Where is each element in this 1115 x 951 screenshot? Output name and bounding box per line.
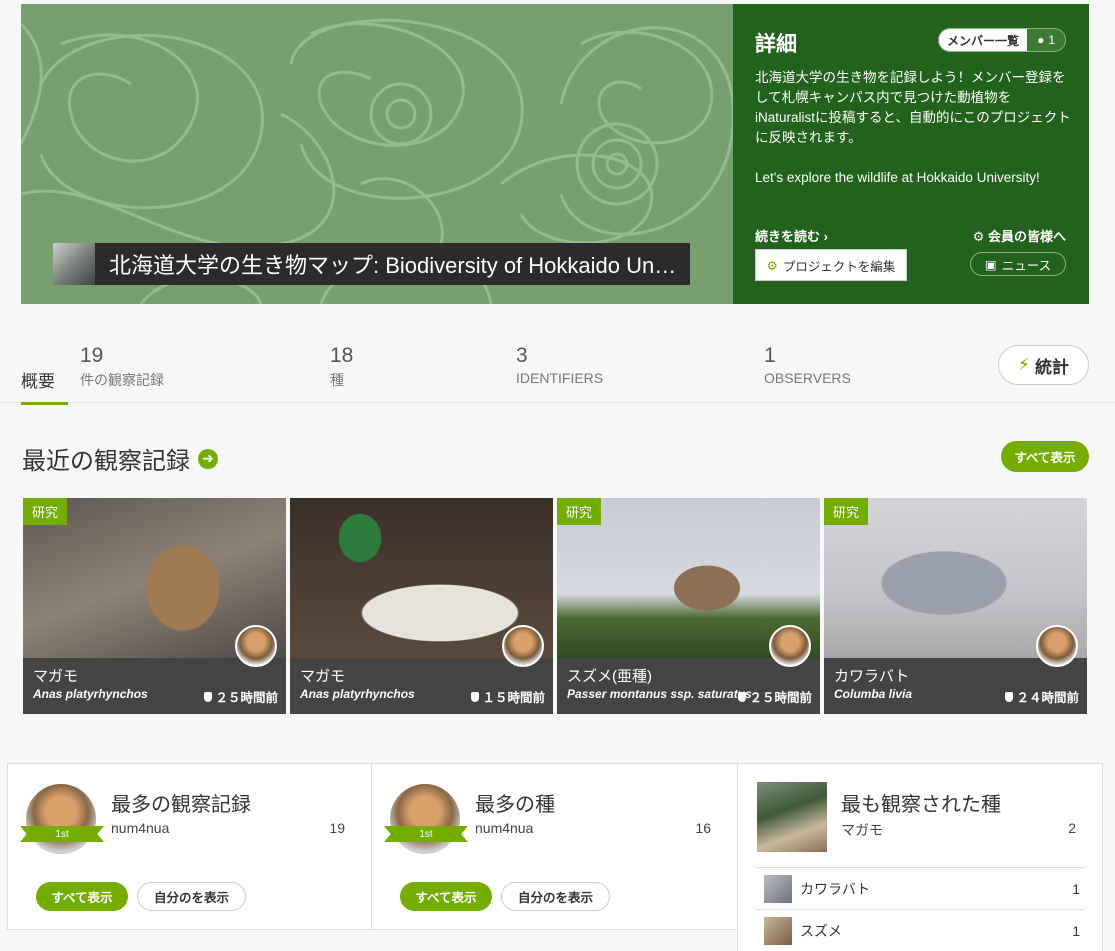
common-name: カワラバト xyxy=(834,668,910,685)
species-row[interactable]: スズメ 1 xyxy=(757,909,1084,951)
common-name: マガモ xyxy=(300,668,346,685)
project-description: 北海道大学の生き物を記録しよう！メンバー登録をして札幌キャンパス内で見つけた動植… xyxy=(755,68,1071,208)
top-observer-avatar[interactable] xyxy=(26,784,96,854)
pin-icon xyxy=(204,691,213,702)
news-icon: ▣ xyxy=(984,257,997,272)
project-banner: 北海道大学の生き物マップ: Biodiversity of Hokkaido U… xyxy=(21,4,733,304)
news-button[interactable]: ▣ ニュース xyxy=(970,252,1066,276)
observation-card[interactable]: マガモ Anas platyrhynchos １５時間前 xyxy=(290,498,553,714)
species-row[interactable]: カワラバト 1 xyxy=(757,867,1084,909)
top-species-count: 2 xyxy=(1068,820,1076,836)
top-observer-avatar[interactable] xyxy=(390,784,460,854)
observation-time: １５時間前 xyxy=(471,687,545,706)
tab-overview[interactable]: 概要 xyxy=(21,367,68,405)
stat-observers[interactable]: 1 OBSERVERS xyxy=(764,344,851,386)
leaderboard-most-observations: 1st 最多の観察記録 num4nua 19 すべて表示 自分のを表示 xyxy=(7,763,372,930)
observer-avatar[interactable] xyxy=(502,625,544,667)
rank-ribbon: 1st xyxy=(384,826,468,842)
lightning-icon: ⚡ xyxy=(1018,355,1030,374)
leaderboard-title: 最多の観察記録 xyxy=(111,794,251,816)
observation-card[interactable]: 研究 マガモ Anas platyrhynchos ２５時間前 xyxy=(23,498,286,714)
stats-tabs: 概要 19 件の観察記録 18 種 3 IDENTIFIERS 1 OBSERV… xyxy=(0,304,1115,405)
details-heading: 詳細 xyxy=(755,33,797,56)
observation-time: ２４時間前 xyxy=(1005,687,1079,706)
observation-time: ２５時間前 xyxy=(204,687,278,706)
common-name: マガモ xyxy=(33,668,79,685)
arrow-right-icon[interactable]: ➜ xyxy=(198,448,218,469)
leaderboard-count: 19 xyxy=(329,820,345,836)
observer-avatar[interactable] xyxy=(769,625,811,667)
research-grade-badge: 研究 xyxy=(557,498,602,525)
observation-card[interactable]: 研究 スズメ(亜種) Passer montanus ssp. saturatu… xyxy=(557,498,820,714)
stat-observations[interactable]: 19 件の観察記録 xyxy=(80,344,164,390)
description-jp: 北海道大学の生き物を記録しよう！メンバー登録をして札幌キャンパス内で見つけた動植… xyxy=(755,70,1071,145)
stat-species[interactable]: 18 種 xyxy=(330,344,353,390)
show-all-button[interactable]: すべて表示 xyxy=(400,882,492,911)
research-grade-badge: 研究 xyxy=(824,498,869,525)
show-mine-button[interactable]: 自分のを表示 xyxy=(137,882,246,911)
members-label: メンバー一覧 xyxy=(939,29,1028,51)
project-title-bar: 北海道大学の生き物マップ: Biodiversity of Hokkaido U… xyxy=(53,243,690,285)
top-species-name[interactable]: マガモ xyxy=(841,820,883,840)
pin-icon xyxy=(471,691,480,702)
leaderboard-user[interactable]: num4nua xyxy=(475,820,533,836)
leaderboard-most-observed-species: 最も観察された種 マガモ 2 カワラバト 1 スズメ 1 xyxy=(737,763,1103,951)
observation-card[interactable]: 研究 カワラバト Columba livia ２４時間前 xyxy=(824,498,1087,714)
members-info-link[interactable]: ⚙ 会員の皆様へ xyxy=(973,226,1066,245)
stat-identifiers[interactable]: 3 IDENTIFIERS xyxy=(516,344,603,386)
description-en: Let's explore the wildlife at Hokkaido U… xyxy=(755,170,1040,185)
scientific-name: Columba livia xyxy=(834,687,913,701)
species-thumbnail xyxy=(764,874,792,903)
show-mine-button[interactable]: 自分のを表示 xyxy=(501,882,610,911)
details-panel: 詳細 メンバー一覧 ● 1 北海道大学の生き物を記録しよう！メンバー登録をして札… xyxy=(733,4,1089,304)
show-all-button[interactable]: すべて表示 xyxy=(36,882,128,911)
pin-icon xyxy=(738,691,747,702)
leaderboard-count: 16 xyxy=(695,820,711,836)
members-count: ● 1 xyxy=(1027,29,1065,51)
leaderboard-title: 最多の種 xyxy=(475,794,555,816)
stats-button[interactable]: ⚡ 統計 xyxy=(998,345,1089,385)
gear-icon: ⚙ xyxy=(972,229,985,244)
scientific-name: Anas platyrhynchos xyxy=(33,687,148,701)
read-more-link[interactable]: 続きを読む › xyxy=(755,226,828,245)
leaderboard-title: 最も観察された種 xyxy=(841,794,1001,816)
project-title: 北海道大学の生き物マップ: Biodiversity of Hokkaido U… xyxy=(109,253,679,278)
species-photo[interactable] xyxy=(757,782,827,852)
observer-avatar[interactable] xyxy=(235,625,277,667)
members-button[interactable]: メンバー一覧 ● 1 xyxy=(938,28,1066,52)
recent-observations-heading: 最近の観察記録 ➜ xyxy=(22,441,218,476)
species-thumbnail xyxy=(764,916,792,945)
common-name: スズメ(亜種) xyxy=(567,668,652,685)
rank-ribbon: 1st xyxy=(20,826,104,842)
leaderboard-user[interactable]: num4nua xyxy=(111,820,169,836)
user-icon: ● xyxy=(1037,33,1045,47)
gear-icon: ⚙ xyxy=(766,258,778,273)
scientific-name: Anas platyrhynchos xyxy=(300,687,415,701)
observation-time: ２５時間前 xyxy=(738,687,812,706)
research-grade-badge: 研究 xyxy=(23,498,68,525)
leaderboard-most-species: 1st 最多の種 num4nua 16 すべて表示 自分のを表示 xyxy=(371,763,738,930)
project-icon xyxy=(53,243,95,285)
scientific-name: Passer montanus ssp. saturatus xyxy=(567,687,752,701)
pin-icon xyxy=(1005,691,1014,702)
edit-project-button[interactable]: ⚙ プロジェクトを編集 xyxy=(755,249,907,281)
observer-avatar[interactable] xyxy=(1036,625,1078,667)
show-all-recent-button[interactable]: すべて表示 xyxy=(1001,441,1089,472)
